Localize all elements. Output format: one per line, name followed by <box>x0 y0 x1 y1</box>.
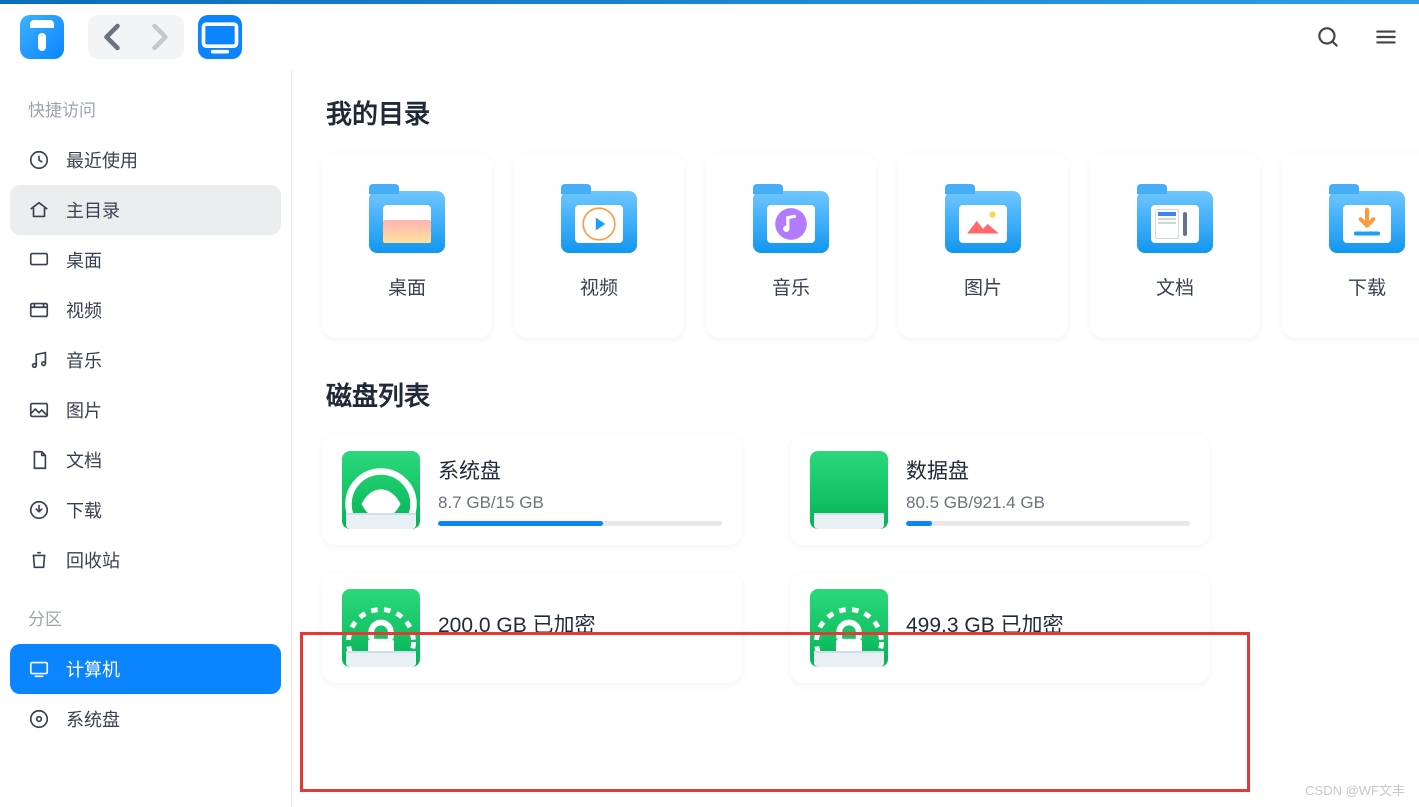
disk-usage: 80.5 GB/921.4 GB <box>906 493 1190 513</box>
video-icon <box>28 299 50 321</box>
my-dir-title: 我的目录 <box>326 94 1419 131</box>
disk-name: 499.3 GB 已加密 <box>906 609 1190 639</box>
sidebar-item-label: 系统盘 <box>66 706 120 732</box>
sidebar-item-label: 视频 <box>66 297 102 323</box>
disk-icon <box>810 451 888 529</box>
sidebar-item-label: 计算机 <box>66 656 120 682</box>
folder-label: 图片 <box>964 273 1002 300</box>
watermark: CSDN @WF文丰 <box>1305 780 1405 799</box>
sidebar-item-documents[interactable]: 文档 <box>10 435 281 485</box>
sidebar-item-label: 文档 <box>66 447 102 473</box>
download-icon <box>28 499 50 521</box>
sidebar-header-quick: 快捷访问 <box>10 88 281 135</box>
disk-name: 200.0 GB 已加密 <box>438 609 722 639</box>
toolbar <box>0 4 1419 70</box>
folder-icon <box>561 191 637 253</box>
sidebar-item-label: 最近使用 <box>66 147 138 173</box>
sidebar: 快捷访问 最近使用 主目录 桌面 视频 音乐 图片 文档 <box>0 70 292 807</box>
folder-documents[interactable]: 文档 <box>1090 153 1260 338</box>
folder-downloads[interactable]: 下载 <box>1282 153 1419 338</box>
folder-row: 桌面 视频 音乐 图片 文档 下载 <box>322 153 1419 338</box>
sidebar-item-recent[interactable]: 最近使用 <box>10 135 281 185</box>
clock-icon <box>28 149 50 171</box>
sidebar-item-pictures[interactable]: 图片 <box>10 385 281 435</box>
disk-grid: 系统盘 8.7 GB/15 GB 数据盘 80.5 GB/921.4 GB 20… <box>322 435 1419 683</box>
deepin-icon <box>342 465 420 543</box>
folder-label: 文档 <box>1156 273 1194 300</box>
disk-icon <box>810 589 888 667</box>
folder-icon <box>1137 191 1213 253</box>
nav-group <box>88 15 184 59</box>
disk-icon <box>28 708 50 730</box>
sidebar-item-label: 桌面 <box>66 247 102 273</box>
disk-encrypted-2[interactable]: 499.3 GB 已加密 <box>790 573 1210 683</box>
disk-bar <box>906 521 1190 526</box>
app-icon <box>20 15 64 59</box>
disk-system[interactable]: 系统盘 8.7 GB/15 GB <box>322 435 742 545</box>
main-panel: 我的目录 桌面 视频 音乐 图片 文档 <box>292 70 1419 807</box>
folder-icon <box>753 191 829 253</box>
view-mode-button[interactable] <box>198 15 242 59</box>
search-icon[interactable] <box>1315 24 1341 50</box>
home-icon <box>28 199 50 221</box>
folder-desktop[interactable]: 桌面 <box>322 153 492 338</box>
disk-encrypted-1[interactable]: 200.0 GB 已加密 <box>322 573 742 683</box>
folder-label: 视频 <box>580 273 618 300</box>
sidebar-item-desktop[interactable]: 桌面 <box>10 235 281 285</box>
lock-icon <box>810 603 888 681</box>
sidebar-header-partition: 分区 <box>10 585 281 644</box>
folder-icon <box>1329 191 1405 253</box>
folder-label: 桌面 <box>388 273 426 300</box>
forward-button[interactable] <box>136 15 184 59</box>
sidebar-item-label: 图片 <box>66 397 102 423</box>
sidebar-item-system-disk[interactable]: 系统盘 <box>10 694 281 744</box>
sidebar-item-video[interactable]: 视频 <box>10 285 281 335</box>
desktop-icon <box>28 249 50 271</box>
disk-icon <box>342 589 420 667</box>
back-button[interactable] <box>88 15 136 59</box>
sidebar-item-label: 回收站 <box>66 547 120 573</box>
disk-name: 系统盘 <box>438 455 722 485</box>
lock-icon <box>342 603 420 681</box>
image-icon <box>28 399 50 421</box>
disk-usage: 8.7 GB/15 GB <box>438 493 722 513</box>
disk-name: 数据盘 <box>906 455 1190 485</box>
doc-icon <box>28 449 50 471</box>
folder-music[interactable]: 音乐 <box>706 153 876 338</box>
folder-icon <box>369 191 445 253</box>
disk-data[interactable]: 数据盘 80.5 GB/921.4 GB <box>790 435 1210 545</box>
sidebar-item-home[interactable]: 主目录 <box>10 185 281 235</box>
menu-icon[interactable] <box>1373 24 1399 50</box>
folder-icon <box>945 191 1021 253</box>
folder-label: 音乐 <box>772 273 810 300</box>
sidebar-item-label: 下载 <box>66 497 102 523</box>
disk-title: 磁盘列表 <box>326 376 1419 413</box>
sidebar-item-computer[interactable]: 计算机 <box>10 644 281 694</box>
sidebar-item-trash[interactable]: 回收站 <box>10 535 281 585</box>
disk-bar <box>438 521 722 526</box>
computer-icon <box>28 658 50 680</box>
folder-label: 下载 <box>1348 273 1386 300</box>
folder-pictures[interactable]: 图片 <box>898 153 1068 338</box>
sidebar-item-label: 主目录 <box>66 197 120 223</box>
sidebar-item-music[interactable]: 音乐 <box>10 335 281 385</box>
trash-icon <box>28 549 50 571</box>
music-icon <box>28 349 50 371</box>
folder-video[interactable]: 视频 <box>514 153 684 338</box>
sidebar-item-downloads[interactable]: 下载 <box>10 485 281 535</box>
disk-icon <box>342 451 420 529</box>
sidebar-item-label: 音乐 <box>66 347 102 373</box>
